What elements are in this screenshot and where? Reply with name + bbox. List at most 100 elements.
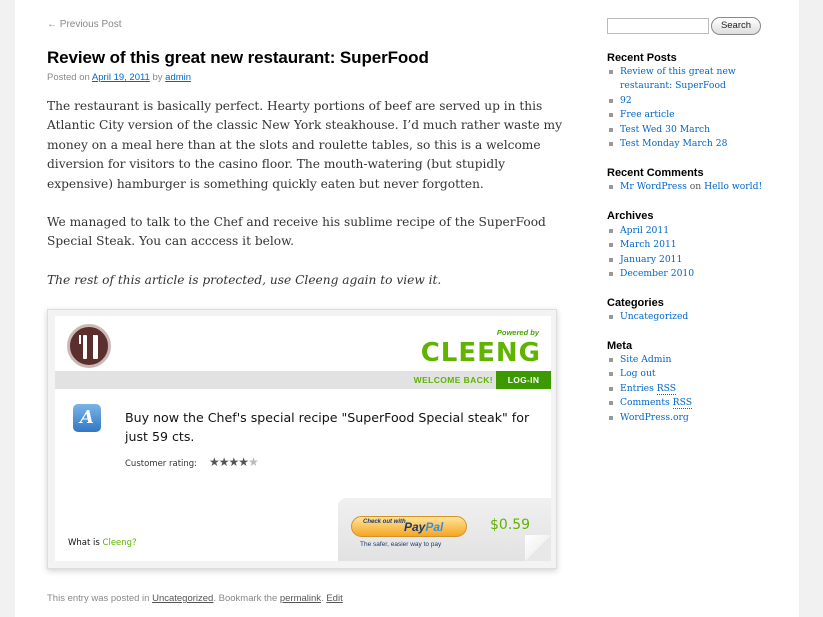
list-item: Comments RSS bbox=[607, 396, 767, 410]
cleeng-widget-body: Powered by CLEENG WELCOME BACK! LOG-IN A… bbox=[55, 316, 551, 561]
recent-post-link[interactable]: Test Wed 30 March bbox=[620, 124, 710, 135]
list-item: 92 bbox=[607, 94, 767, 108]
entries-rss-link[interactable]: Entries RSS bbox=[620, 382, 677, 395]
post-content: The restaurant is basically perfect. Hea… bbox=[47, 97, 562, 309]
entry-footer: This entry was posted in Uncategorized. … bbox=[47, 593, 343, 604]
protected-note: The rest of this article is protected, u… bbox=[47, 272, 442, 287]
page: ← Previous Post Review of this great new… bbox=[15, 0, 799, 617]
recent-posts-list: Review of this great new restaurant: Sup… bbox=[607, 65, 767, 151]
posted-on-label: Posted on bbox=[47, 72, 90, 83]
recent-comments-title: Recent Comments bbox=[607, 167, 704, 179]
by-label: by bbox=[152, 72, 163, 83]
restaurant-logo-icon bbox=[67, 324, 111, 368]
wordpress-org-link[interactable]: WordPress.org bbox=[620, 412, 689, 423]
star-icon: ★ bbox=[228, 455, 240, 469]
categories-title: Categories bbox=[607, 297, 664, 309]
footer-separator: . bbox=[321, 593, 324, 604]
list-item: Review of this great new restaurant: Sup… bbox=[607, 65, 767, 94]
rss-abbr: RSS bbox=[672, 397, 693, 410]
star-icon: ★ bbox=[218, 455, 230, 469]
star-empty-icon: ★ bbox=[248, 455, 259, 469]
list-item: WordPress.org bbox=[607, 411, 767, 425]
archive-link[interactable]: March 2011 bbox=[620, 239, 677, 250]
permalink-link[interactable]: permalink bbox=[280, 593, 321, 604]
previous-post-link[interactable]: ← Previous Post bbox=[47, 19, 121, 30]
powered-by-label: Powered by bbox=[496, 328, 539, 337]
list-item: Test Wed 30 March bbox=[607, 123, 767, 137]
paypal-logo: PayPal bbox=[404, 520, 443, 534]
what-is-cleeng: What is Cleeng? bbox=[68, 538, 137, 548]
star-icon: ★ bbox=[209, 455, 220, 469]
footer-text-1: This entry was posted in bbox=[47, 593, 150, 604]
paypal-tagline: The safer, easier way to pay bbox=[360, 541, 442, 548]
search-button[interactable]: Search bbox=[711, 17, 761, 35]
welcome-bar: WELCOME BACK! LOG-IN bbox=[55, 371, 551, 389]
cleeng-widget: Powered by CLEENG WELCOME BACK! LOG-IN A… bbox=[47, 309, 557, 569]
archives-title: Archives bbox=[607, 210, 654, 222]
archive-link[interactable]: December 2010 bbox=[620, 268, 694, 279]
list-item: Uncategorized bbox=[607, 310, 767, 324]
list-item: March 2011 bbox=[607, 238, 767, 252]
meta-title: Meta bbox=[607, 340, 633, 352]
logout-link[interactable]: Log out bbox=[620, 368, 656, 379]
archive-link[interactable]: April 2011 bbox=[620, 225, 669, 236]
comment-post-link[interactable]: Hello world! bbox=[704, 181, 762, 192]
paypal-logo-part-1: Pay bbox=[404, 520, 426, 534]
what-is-label: What is bbox=[68, 538, 100, 548]
what-is-cleeng-link[interactable]: Cleeng? bbox=[103, 538, 137, 548]
paypal-logo-part-2: Pal bbox=[425, 520, 444, 534]
comment-author-link[interactable]: Mr WordPress bbox=[620, 181, 687, 192]
login-button[interactable]: LOG-IN bbox=[496, 371, 551, 389]
list-item: Test Monday March 28 bbox=[607, 137, 767, 151]
list-item: Mr WordPress on Hello world! bbox=[607, 180, 767, 194]
comments-label: Comments bbox=[620, 397, 670, 409]
recent-post-link[interactable]: 92 bbox=[620, 95, 632, 106]
search-input[interactable] bbox=[607, 18, 709, 34]
recent-post-link[interactable]: Review of this great new restaurant: Sup… bbox=[620, 66, 736, 91]
list-item: December 2010 bbox=[607, 267, 767, 281]
archives-list: April 2011 March 2011 January 2011 Decem… bbox=[607, 224, 767, 282]
rss-abbr: RSS bbox=[656, 382, 677, 395]
list-item: Log out bbox=[607, 367, 767, 381]
offer-text: Buy now the Chef's special recipe "Super… bbox=[125, 410, 530, 444]
list-item: April 2011 bbox=[607, 224, 767, 238]
list-item: January 2011 bbox=[607, 253, 767, 267]
post-date-link[interactable]: April 19, 2011 bbox=[92, 72, 150, 83]
meta-list: Site Admin Log out Entries RSS Comments … bbox=[607, 353, 767, 425]
list-item: Site Admin bbox=[607, 353, 767, 367]
recent-comments-list: Mr WordPress on Hello world! bbox=[607, 180, 767, 194]
welcome-text: WELCOME BACK! bbox=[413, 375, 493, 385]
paragraph-1: The restaurant is basically perfect. Hea… bbox=[47, 99, 562, 191]
post-meta: Posted on April 19, 2011 by admin bbox=[47, 72, 191, 83]
fork-icon bbox=[79, 335, 95, 359]
site-admin-link[interactable]: Site Admin bbox=[620, 354, 671, 365]
category-link[interactable]: Uncategorized bbox=[152, 593, 213, 604]
archive-link[interactable]: January 2011 bbox=[620, 254, 682, 265]
paypal-checkout-button[interactable]: Check out with PayPal bbox=[351, 516, 467, 537]
list-item: Free article bbox=[607, 108, 767, 122]
cleeng-logo: CLEENG bbox=[420, 338, 541, 368]
footer-text-2: . Bookmark the bbox=[213, 593, 278, 604]
rating-stars: ★★★★★ bbox=[209, 455, 259, 469]
category-link[interactable]: Uncategorized bbox=[620, 311, 688, 322]
categories-list: Uncategorized bbox=[607, 310, 767, 324]
recent-post-link[interactable]: Test Monday March 28 bbox=[620, 138, 727, 149]
product-icon: A bbox=[73, 404, 101, 432]
comment-on-label: on bbox=[689, 181, 702, 192]
list-item: Entries RSS bbox=[607, 382, 767, 396]
star-icon: ★ bbox=[238, 455, 249, 469]
paragraph-2: We managed to talk to the Chef and recei… bbox=[47, 215, 546, 249]
page-curl-decoration bbox=[525, 535, 551, 561]
payment-box: Check out with PayPal The safer, easier … bbox=[338, 498, 551, 561]
paypal-checkout-label: Check out with bbox=[363, 519, 406, 525]
rating-label: Customer rating: bbox=[125, 459, 198, 469]
edit-link[interactable]: Edit bbox=[326, 593, 342, 604]
comments-rss-link[interactable]: Comments RSS bbox=[620, 397, 693, 410]
knife-icon bbox=[93, 335, 98, 359]
price-label: $0.59 bbox=[490, 517, 531, 533]
post-title: Review of this great new restaurant: Sup… bbox=[47, 48, 429, 67]
entries-label: Entries bbox=[620, 382, 654, 394]
recent-posts-title: Recent Posts bbox=[607, 52, 677, 64]
author-link[interactable]: admin bbox=[165, 72, 191, 83]
recent-post-link[interactable]: Free article bbox=[620, 109, 675, 120]
